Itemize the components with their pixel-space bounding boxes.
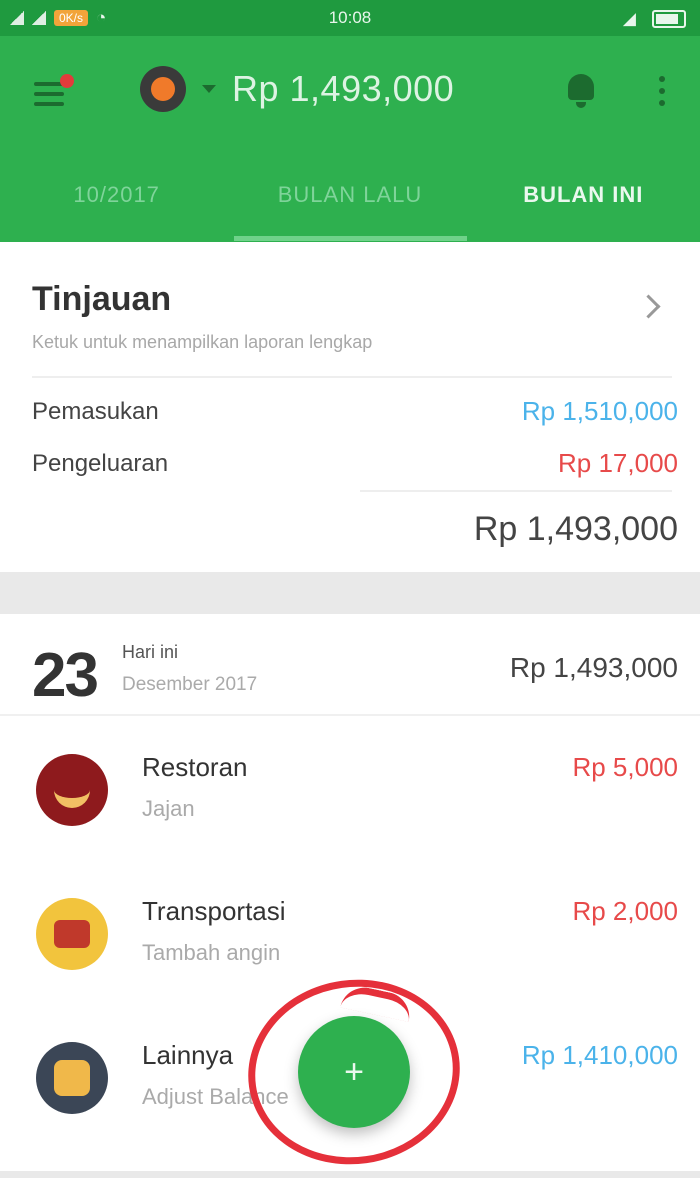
battery-icon	[652, 10, 686, 28]
tab-this-month[interactable]: BULAN INI	[467, 172, 700, 242]
overview-total: Rp 1,493,000	[473, 510, 678, 548]
status-bar: 0K/s ◔ 10:08 ◢	[0, 0, 700, 36]
notification-dot	[60, 74, 74, 88]
app-bar: Rp 1,493,000 10/2017 BULAN LALU BULAN IN…	[0, 36, 700, 242]
transaction-note: Tambah angin	[142, 940, 281, 965]
day-total: Rp 1,493,000	[509, 652, 678, 683]
restaurant-icon	[36, 754, 108, 826]
signal-strength-icon: ◢	[622, 9, 636, 28]
transaction-amount: Rp 2,000	[572, 896, 678, 926]
wallet-balance: Rp 1,493,000	[232, 68, 455, 109]
tab-last-month[interactable]: BULAN LALU	[233, 172, 466, 242]
divider	[0, 714, 700, 716]
transaction-category: Lainnya	[142, 1040, 234, 1070]
income-label: Pemasukan	[32, 398, 159, 425]
status-time: 10:08	[328, 8, 372, 27]
divider	[360, 490, 672, 492]
expense-value: Rp 17,000	[558, 448, 678, 478]
day-date: Desember 2017	[122, 674, 258, 695]
wallet-selector[interactable]: Rp 1,493,000	[140, 66, 454, 112]
chevron-down-icon	[202, 85, 216, 93]
tab-indicator	[234, 236, 467, 241]
chevron-right-icon[interactable]	[636, 294, 661, 319]
transaction-amount: Rp 1,410,000	[521, 1040, 678, 1070]
overview-card[interactable]: Tinjauan Ketuk untuk menampilkan laporan…	[0, 242, 700, 572]
tab-previous-month[interactable]: 10/2017	[0, 172, 233, 242]
transaction-category: Restoran	[142, 752, 248, 782]
period-tabs: 10/2017 BULAN LALU BULAN INI	[0, 172, 700, 242]
wallet-icon	[140, 66, 186, 112]
transaction-amount: Rp 5,000	[572, 752, 678, 782]
menu-button[interactable]	[34, 74, 74, 112]
overview-title: Tinjauan	[32, 280, 172, 318]
overview-subtitle: Ketuk untuk menampilkan laporan lengkap	[32, 332, 373, 352]
divider	[32, 376, 672, 378]
expense-label: Pengeluaran	[32, 450, 169, 477]
day-number: 23	[32, 641, 99, 710]
stack-icon	[36, 1042, 108, 1114]
add-transaction-button[interactable]: +	[298, 1016, 410, 1128]
bell-icon[interactable]	[566, 74, 596, 110]
transaction-note: Jajan	[142, 796, 195, 821]
income-value: Rp 1,510,000	[521, 396, 678, 426]
bus-icon	[36, 898, 108, 970]
more-options-icon[interactable]	[656, 76, 668, 116]
day-name: Hari ini	[122, 642, 179, 662]
status-right: ◢	[623, 9, 686, 29]
transaction-category: Transportasi	[142, 896, 286, 926]
transaction-row[interactable]: Restoran Jajan Rp 5,000	[0, 732, 700, 862]
